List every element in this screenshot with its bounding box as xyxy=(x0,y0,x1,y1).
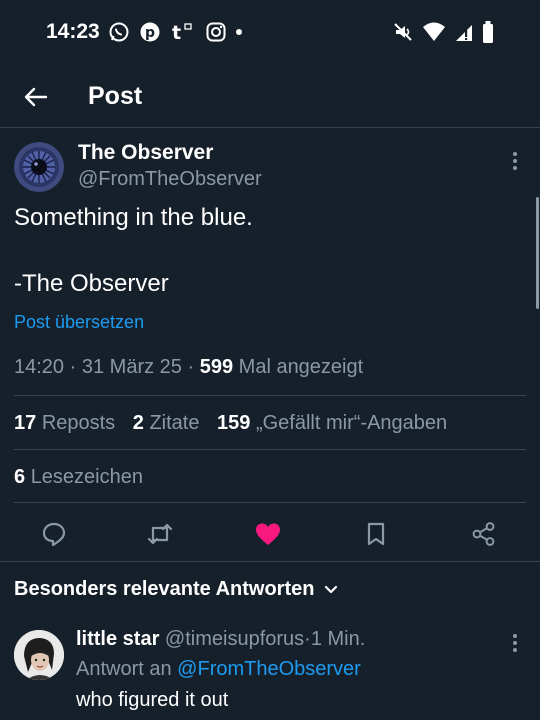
author-name[interactable]: The Observer xyxy=(78,141,213,165)
reply-time: 1 Min. xyxy=(310,628,366,650)
pinterest-icon: p xyxy=(140,22,160,42)
status-time: 14:23 xyxy=(46,20,100,43)
reply-author-handle[interactable]: @timeisupforus xyxy=(165,628,304,650)
repost-button[interactable] xyxy=(146,520,174,548)
tumblr-icon: t xyxy=(172,22,192,43)
post-text-line2: -The Observer xyxy=(14,270,169,297)
more-notifications-dot xyxy=(236,29,242,35)
reply-avatar[interactable] xyxy=(14,630,64,680)
signal-icon xyxy=(456,25,472,41)
header-divider xyxy=(0,127,540,128)
back-arrow-icon xyxy=(24,87,48,107)
bookmarks-label: Lesezeichen xyxy=(30,466,143,488)
chevron-down-icon xyxy=(325,585,338,593)
bookmarks-divider xyxy=(14,502,526,503)
quotes-count: 2 xyxy=(132,412,144,434)
meta-separator: · xyxy=(69,356,77,378)
status-bar: 14:23 p t xyxy=(0,0,540,62)
meta-divider xyxy=(14,395,526,396)
author-handle[interactable]: @FromTheObserver xyxy=(78,168,262,191)
post-more-button[interactable] xyxy=(504,150,526,172)
bookmark-button[interactable] xyxy=(362,520,390,548)
likes-count: 159 xyxy=(217,412,251,434)
like-button[interactable] xyxy=(254,520,282,548)
bookmarks-count: 6 xyxy=(14,466,26,488)
reply-icon xyxy=(42,522,66,547)
reposts-count: 17 xyxy=(14,412,37,434)
reply-context: Antwort an @FromTheObserver xyxy=(76,658,361,681)
post-text-line1: Something in the blue. xyxy=(14,204,253,231)
stats-divider xyxy=(14,449,526,450)
mute-icon xyxy=(394,23,412,41)
reply-avatar-image xyxy=(14,630,64,680)
scrollbar[interactable] xyxy=(536,197,539,309)
meta-separator: · xyxy=(187,356,195,378)
reply-item[interactable]: little star @timeisupforus·1 Min. Antwor… xyxy=(0,620,540,720)
instagram-icon xyxy=(206,22,226,42)
share-icon xyxy=(472,522,495,546)
notification-icons: p t xyxy=(108,20,242,44)
reply-author-name[interactable]: little star xyxy=(76,628,159,650)
likes-stat[interactable]: 159 „Gefällt mir“-Angaben xyxy=(217,412,447,435)
avatar-eye-image xyxy=(14,142,64,192)
battery-icon xyxy=(483,21,493,43)
post-stats: 17 Reposts 2 Zitate 159 „Gefällt mir“-An… xyxy=(14,412,459,435)
svg-text:t: t xyxy=(172,22,181,43)
more-vertical-icon xyxy=(513,152,517,170)
reposts-stat[interactable]: 17 Reposts xyxy=(14,412,115,435)
post-meta: 14:20 · 31 März 25 · 599 Mal angezeigt xyxy=(14,356,363,379)
wifi-icon xyxy=(423,22,445,41)
views-label: Mal angezeigt xyxy=(238,356,364,378)
page-title: Post xyxy=(88,82,143,110)
reply-to-label: Antwort an xyxy=(76,658,172,680)
share-button[interactable] xyxy=(470,520,498,548)
post-date[interactable]: 31 März 25 xyxy=(82,356,182,378)
bookmark-icon xyxy=(367,522,385,546)
reply-text: who figured it out xyxy=(76,689,229,711)
quotes-stat[interactable]: 2 Zitate xyxy=(133,412,200,435)
system-icons xyxy=(392,19,494,45)
whatsapp-icon xyxy=(109,22,129,42)
like-icon xyxy=(256,523,280,545)
reply-to-mention[interactable]: @FromTheObserver xyxy=(177,658,361,680)
quotes-label: Zitate xyxy=(149,412,200,434)
reply-more-button[interactable] xyxy=(504,632,526,654)
reply-header: little star @timeisupforus·1 Min. xyxy=(76,628,365,651)
back-button[interactable] xyxy=(20,82,50,112)
top-bar: Post xyxy=(0,70,540,126)
reposts-label: Reposts xyxy=(41,412,116,434)
author-avatar[interactable] xyxy=(14,142,64,192)
actions-divider xyxy=(0,561,540,562)
reply-separator: · xyxy=(304,628,311,650)
translate-post-link[interactable]: Post übersetzen xyxy=(14,312,144,333)
reply-button[interactable] xyxy=(40,520,68,548)
replies-sort-label: Besonders relevante Antworten xyxy=(14,578,315,600)
repost-icon xyxy=(147,523,173,545)
likes-label: „Gefällt mir“-Angaben xyxy=(255,412,448,434)
replies-sort-selector[interactable]: Besonders relevante Antworten xyxy=(14,578,338,601)
action-bar xyxy=(0,516,540,550)
bookmarks-stat[interactable]: 6 Lesezeichen xyxy=(14,466,143,489)
svg-text:p: p xyxy=(145,25,155,41)
more-vertical-icon xyxy=(513,634,517,652)
views-count: 599 xyxy=(199,356,234,378)
post-time[interactable]: 14:20 xyxy=(14,356,64,378)
